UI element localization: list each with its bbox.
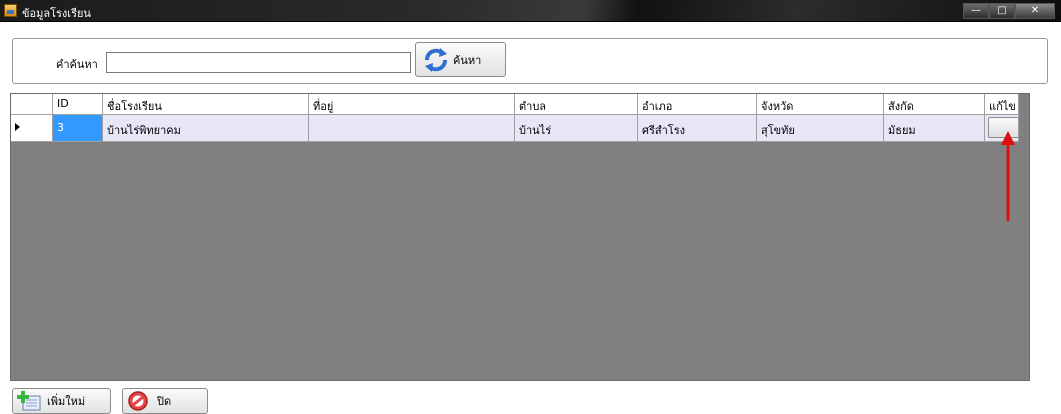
cell-district[interactable]: ศรีสำโรง: [638, 115, 757, 141]
window-title: ข้อมูลโรงเรียน: [22, 7, 91, 20]
table-row[interactable]: 3 บ้านไร่พิทยาคม บ้านไร่ ศรีสำโรง สุโขทั…: [11, 115, 1019, 142]
search-label: คำค้นหา: [56, 58, 98, 71]
refresh-icon: [425, 47, 447, 72]
maximize-button[interactable]: □: [989, 3, 1015, 19]
minimize-button[interactable]: —: [963, 3, 989, 19]
column-header-address[interactable]: ที่อยู่: [309, 94, 515, 115]
cell-affiliation[interactable]: มัธยม: [884, 115, 985, 141]
search-input[interactable]: [106, 52, 411, 73]
close-label: ปิด: [157, 395, 172, 408]
search-panel: คำค้นหา ค้นหา: [12, 38, 1048, 84]
close-window-button[interactable]: ✕: [1015, 3, 1055, 19]
cell-id[interactable]: 3: [53, 115, 103, 141]
search-button-label: ค้นหา: [453, 53, 482, 67]
cell-address[interactable]: [309, 115, 515, 141]
add-icon: [17, 391, 41, 411]
column-header-subdistrict[interactable]: ตำบล: [515, 94, 638, 115]
row-selector[interactable]: [11, 115, 53, 141]
annotation-arrow-icon: [1001, 131, 1015, 221]
cell-school-name[interactable]: บ้านไร่พิทยาคม: [103, 115, 309, 141]
column-header-id[interactable]: ID: [53, 94, 103, 115]
column-header-school-name[interactable]: ชื่อโรงเรียน: [103, 94, 309, 115]
window-controls: — □ ✕: [963, 3, 1055, 19]
column-header-rowselector: [11, 94, 53, 115]
title-bar: ข้อมูลโรงเรียน — □ ✕: [0, 0, 1061, 22]
add-new-button[interactable]: เพิ่มใหม่: [12, 388, 111, 414]
cell-province[interactable]: สุโขทัย: [757, 115, 884, 141]
app-icon: [4, 4, 17, 17]
search-button[interactable]: ค้นหา: [415, 42, 506, 77]
school-grid[interactable]: ID ชื่อโรงเรียน ที่อยู่ ตำบล อำเภอ จังหว…: [10, 93, 1030, 381]
cell-subdistrict[interactable]: บ้านไร่: [515, 115, 638, 141]
cancel-icon: [128, 391, 148, 411]
column-header-edit[interactable]: แก้ไข: [985, 94, 1019, 115]
column-header-district[interactable]: อำเภอ: [638, 94, 757, 115]
close-button[interactable]: ปิด: [122, 388, 208, 414]
column-header-province[interactable]: จังหวัด: [757, 94, 884, 115]
grid-header: ID ชื่อโรงเรียน ที่อยู่ ตำบล อำเภอ จังหว…: [11, 94, 1019, 115]
add-new-label: เพิ่มใหม่: [47, 395, 86, 408]
column-header-affiliation[interactable]: สังกัด: [884, 94, 985, 115]
current-row-arrow-icon: [15, 123, 20, 131]
